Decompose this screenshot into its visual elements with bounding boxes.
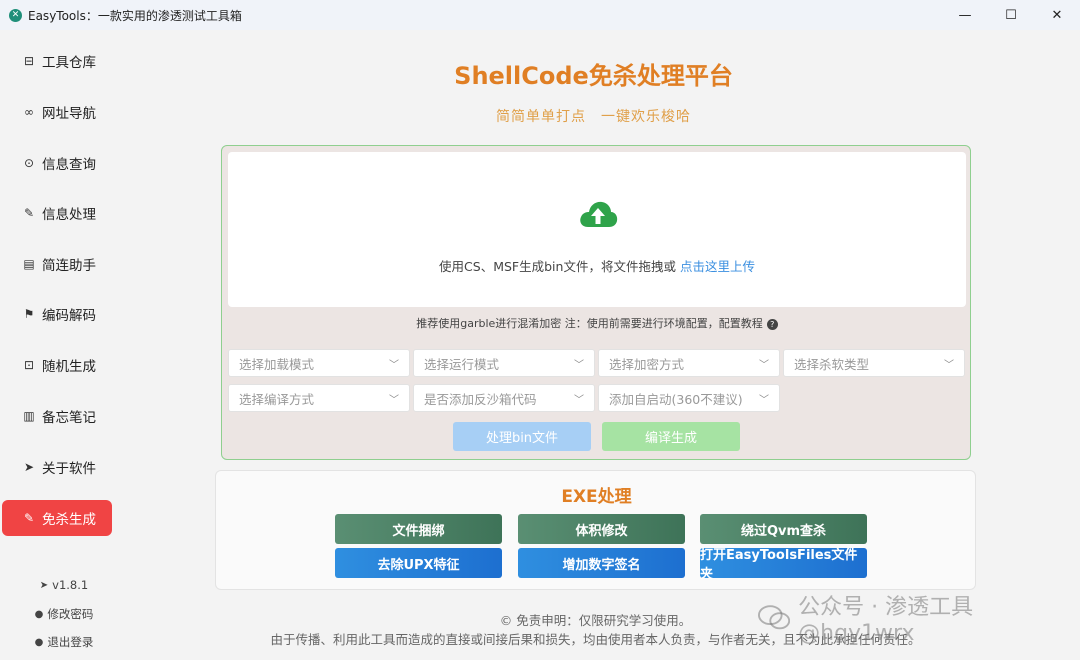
chevron-down-icon: ﹀ [389,395,399,406]
upload-text: 使用CS、MSF生成bin文件，将文件拖拽或 [439,259,680,274]
upload-link[interactable]: 点击这里上传 [680,259,755,274]
toolbox-icon: ⊟ [23,54,35,68]
file-bundle-button[interactable]: 文件捆绑 [335,514,502,544]
sidebar-item-label: 随机生成 [42,359,96,375]
chevron-down-icon: ﹀ [759,360,769,371]
minimize-button[interactable]: — [942,0,988,30]
sidebar-item-label: 信息查询 [42,157,96,173]
autostart-placeholder: 添加自启动(360不建议) [609,391,743,407]
sidebar-item-random-gen[interactable]: ⊡ 随机生成 [2,347,112,383]
shellcode-panel: 使用CS、MSF生成bin文件，将文件拖拽或 点击这里上传 推荐使用garble… [221,145,971,460]
add-signature-button[interactable]: 增加数字签名 [518,548,685,578]
compile-button[interactable]: 编译生成 [602,422,740,451]
upload-dropzone[interactable]: 使用CS、MSF生成bin文件，将文件拖拽或 点击这里上传 [228,152,966,307]
size-modify-button[interactable]: 体积修改 [518,514,685,544]
sidebar-item-encode-decode[interactable]: ⚑ 编码解码 [2,296,112,332]
version-label: ➤ v1.8.1 [0,578,128,592]
sidebar-item-label: 关于软件 [42,461,96,477]
gift-icon: ⊡ [23,358,35,372]
process-bin-button[interactable]: 处理bin文件 [453,422,591,451]
sidebar-item-av-evasion[interactable]: ✎ 免杀生成 [2,500,112,536]
chevron-down-icon: ﹀ [944,360,954,371]
send-icon: ➤ [23,460,35,474]
remove-upx-button[interactable]: 去除UPX特征 [335,548,502,578]
sidebar: ⊟ 工具仓库 ∞ 网址导航 ⊙ 信息查询 ✎ 信息处理 ▤ 简连助手 ⚑ 编码解… [0,30,128,660]
run-mode-placeholder: 选择运行模式 [424,356,500,372]
sidebar-item-url-nav[interactable]: ∞ 网址导航 [2,94,112,130]
help-icon[interactable]: ? [766,319,778,330]
app-logo-icon: ✕ [9,8,22,22]
flag-icon: ⚑ [23,307,35,321]
rocket-icon: ➤ [39,579,49,591]
change-password-text: 修改密码 [47,607,94,621]
av-type-select[interactable]: 选择杀软类型 ﹀ [783,349,965,377]
bypass-qvm-button[interactable]: 绕过Qvm查杀 [700,514,867,544]
sidebar-item-label: 信息处理 [42,207,96,223]
link-icon: ∞ [24,105,34,119]
bug-icon: ✎ [23,511,35,525]
sidebar-item-notes[interactable]: ▥ 备忘笔记 [2,398,112,434]
wechat-watermark: 公众号 · 渗透工具 @hqy1wrx [758,595,1080,646]
chevron-down-icon: ﹀ [759,395,769,406]
sidebar-item-label: 工具仓库 [42,55,96,71]
sidebar-item-label: 网址导航 [42,106,96,122]
info-icon: ● [34,636,44,648]
chevron-down-icon: ﹀ [389,360,399,371]
page-subtitle: 简简单单打点 一键欢乐梭哈 [496,109,691,125]
sidebar-item-label: 免杀生成 [42,512,96,528]
close-button[interactable]: ✕ [1034,0,1080,30]
sidebar-item-tool-repo[interactable]: ⊟ 工具仓库 [2,43,112,79]
clipboard-icon: ▤ [23,257,35,271]
load-mode-select[interactable]: 选择加载模式 ﹀ [228,349,410,377]
watermark-text: 公众号 · 渗透工具 @hqy1wrx [798,594,974,646]
upload-cloud-icon [580,201,618,227]
compile-method-placeholder: 选择编译方式 [239,391,315,407]
user-icon: ● [34,608,44,620]
encrypt-method-placeholder: 选择加密方式 [609,356,685,372]
garble-tip-text: 推荐使用garble进行混淆加密 注：使用前需要进行环境配置，配置教程 [416,317,763,330]
window-controls: — ☐ ✕ [942,0,1080,30]
sidebar-item-label: 简连助手 [42,258,96,274]
upload-instructions: 使用CS、MSF生成bin文件，将文件拖拽或 点击这里上传 [228,256,966,275]
sidebar-item-info-query[interactable]: ⊙ 信息查询 [2,145,112,181]
change-password-link[interactable]: ● 修改密码 [0,606,128,622]
exe-panel: EXE处理 文件捆绑 体积修改 绕过Qvm查杀 去除UPX特征 增加数字签名 打… [215,470,976,590]
anti-sandbox-select[interactable]: 是否添加反沙箱代码 ﹀ [413,384,595,412]
maximize-button[interactable]: ☐ [988,0,1034,30]
sidebar-item-label: 编码解码 [42,308,96,324]
load-mode-placeholder: 选择加载模式 [239,356,315,372]
garble-tip: 推荐使用garble进行混淆加密 注：使用前需要进行环境配置，配置教程? [222,315,972,331]
sidebar-item-info-process[interactable]: ✎ 信息处理 [2,195,112,231]
anti-sandbox-placeholder: 是否添加反沙箱代码 [424,391,537,407]
sidebar-item-helper[interactable]: ▤ 简连助手 [2,246,112,282]
wechat-icon [758,605,791,630]
compile-method-select[interactable]: 选择编译方式 ﹀ [228,384,410,412]
notebook-icon: ▥ [23,409,35,423]
av-type-placeholder: 选择杀软类型 [794,356,870,372]
open-folder-button[interactable]: 打开EasyToolsFiles文件夹 [700,548,867,582]
version-text: v1.8.1 [52,578,89,592]
title-bar: ✕ EasyTools：一款实用的渗透测试工具箱 — ☐ ✕ [0,0,1080,30]
chevron-down-icon: ﹀ [574,360,584,371]
exe-section-title: EXE处理 [561,487,632,507]
search-info-icon: ⊙ [23,156,35,170]
chevron-down-icon: ﹀ [574,395,584,406]
page-title: ShellCode免杀处理平台 [454,62,733,90]
run-mode-select[interactable]: 选择运行模式 ﹀ [413,349,595,377]
window-title: EasyTools：一款实用的渗透测试工具箱 [28,8,242,23]
sidebar-item-label: 备忘笔记 [42,410,96,426]
autostart-select[interactable]: 添加自启动(360不建议) ﹀ [598,384,780,412]
logout-link[interactable]: ● 退出登录 [0,634,128,650]
encrypt-method-select[interactable]: 选择加密方式 ﹀ [598,349,780,377]
edit-icon: ✎ [23,206,35,220]
logout-text: 退出登录 [47,635,94,649]
sidebar-item-about[interactable]: ➤ 关于软件 [2,449,112,485]
